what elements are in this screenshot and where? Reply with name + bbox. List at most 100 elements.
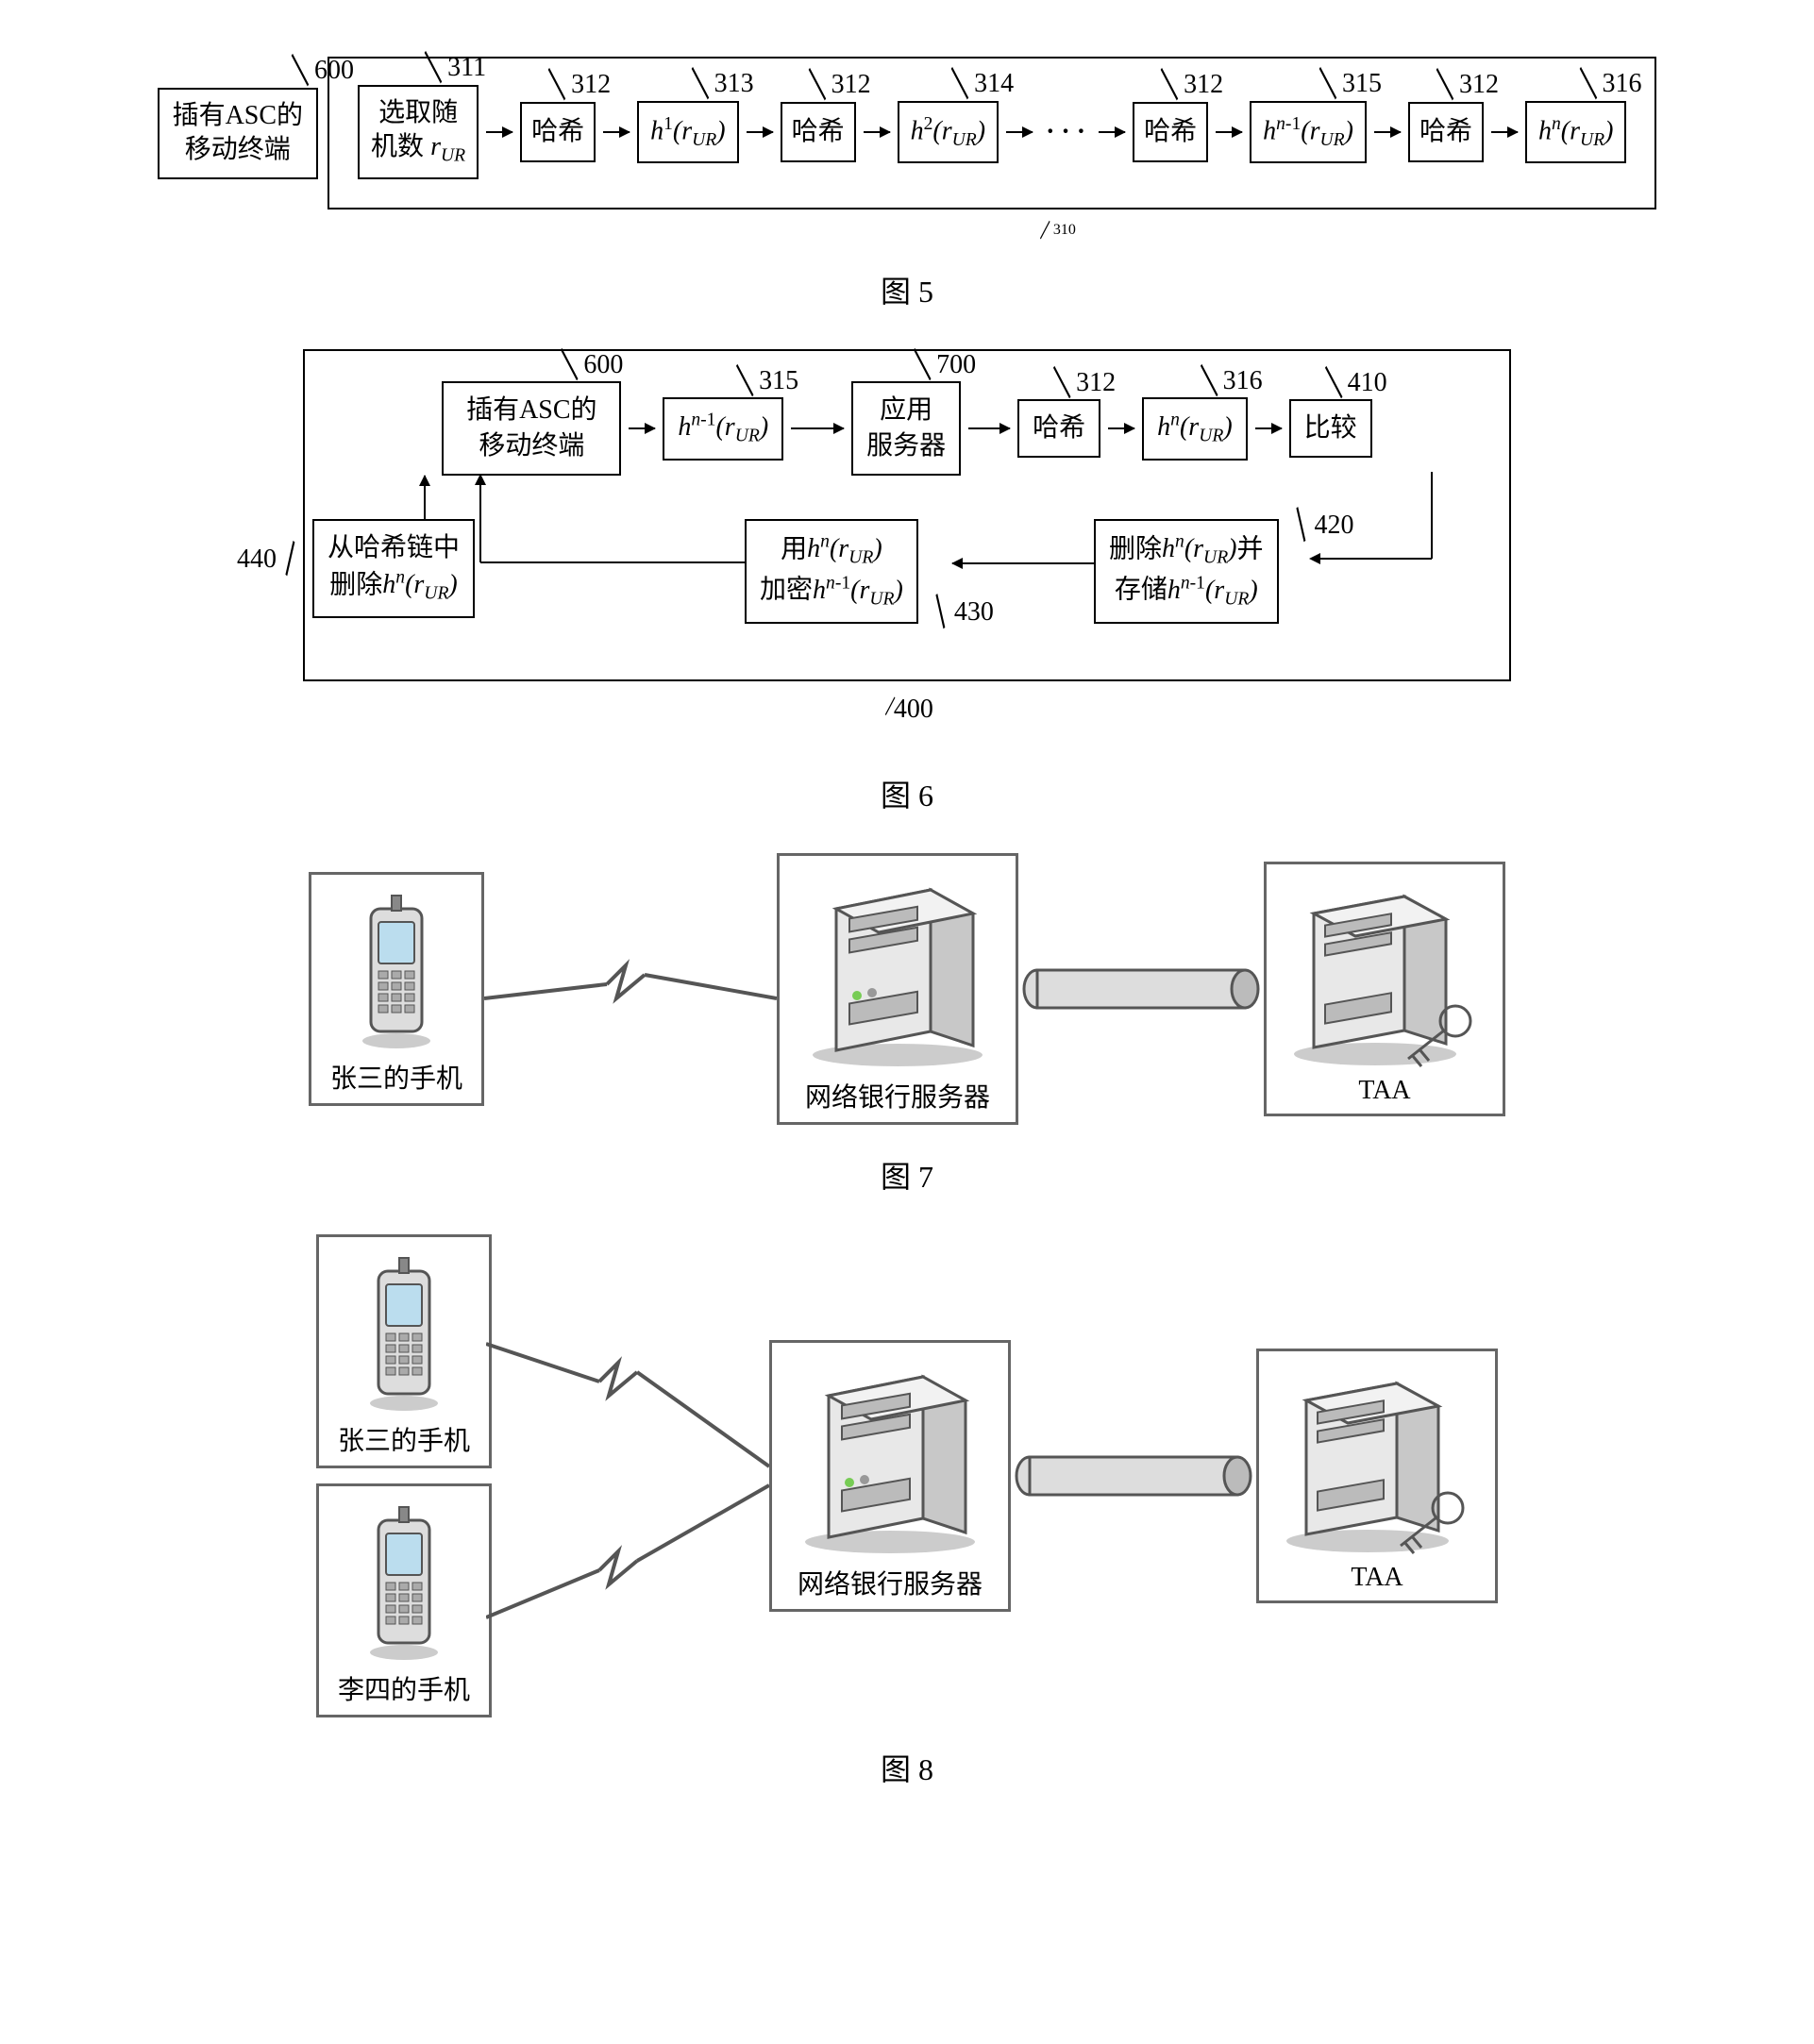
arrow-icon: [1309, 472, 1460, 566]
fig7-phone: 张三的手机: [309, 872, 484, 1106]
fig5-chain-label: ╲ 310: [321, 221, 1795, 240]
box-label: ╱ 314: [953, 67, 1014, 101]
fig7-taa: TAA: [1264, 862, 1505, 1116]
box-text: hn-1(rUR): [1263, 112, 1353, 152]
box-label: ╱ 312: [1438, 68, 1499, 102]
cable-link-icon: [1011, 1448, 1256, 1504]
fig6-430: ╱ 430 用hn(rUR)加密hn-1(rUR): [745, 519, 918, 624]
box-label: ╱ 430: [933, 595, 994, 630]
arrow-icon: [1491, 131, 1518, 133]
server-key-icon: [1285, 880, 1484, 1068]
arrow-icon: [1255, 427, 1282, 429]
arrow-icon: [629, 427, 655, 429]
fig8-phone-1: 张三的手机: [316, 1234, 492, 1468]
arrow-icon: [1108, 427, 1134, 429]
fig6-appserver: ╱ 700 应用服务器: [851, 381, 961, 476]
fig5-box-hn1: ╱ 315 hn-1(rUR): [1250, 101, 1367, 163]
fig6-wrapper-label: ╲ 400: [19, 695, 1795, 725]
fig5-box-hash: ╱ 312 哈希: [1133, 102, 1208, 162]
fig6-420: ╱ 420 删除hn(rUR)并存储hn-1(rUR): [1094, 519, 1279, 624]
ellipsis-icon: · · ·: [1040, 117, 1091, 147]
wireless-links-icon: [486, 1249, 769, 1702]
arrow-icon: [1099, 131, 1125, 133]
arrow-icon: [1216, 131, 1242, 133]
arrow-icon: [791, 427, 844, 429]
figure-7: 张三的手机: [19, 853, 1795, 1197]
box-text: 哈希: [531, 115, 584, 149]
arrow-icon: [1374, 131, 1401, 133]
arrow-icon: [1006, 131, 1033, 133]
box-text: hn(rUR): [1538, 112, 1613, 152]
server-key-icon: [1278, 1366, 1476, 1555]
box-text: 哈希: [792, 115, 845, 149]
fig8-phones: 张三的手机 李四的手机: [316, 1234, 492, 1717]
box-text: 删除hn(rUR)并存储hn-1(rUR): [1109, 534, 1264, 604]
box-text: 比较: [1304, 413, 1357, 443]
box-label: ╱ 312: [550, 68, 611, 102]
arrow-icon: [864, 131, 890, 133]
arrow-icon: [968, 427, 1010, 429]
box-label: ╱ 316: [1202, 363, 1263, 399]
box-text: 哈希: [1419, 115, 1472, 149]
arrow-icon: [480, 476, 754, 570]
box-text: 应用服务器: [866, 395, 946, 461]
cable-link-icon: [1018, 961, 1264, 1017]
pict-label: 张三的手机: [330, 1058, 462, 1096]
box-label: ╱ 315: [1321, 67, 1382, 101]
fig5-box-hash: ╱ 312 哈希: [1408, 102, 1484, 162]
server-icon: [791, 1358, 989, 1556]
fig6-row1: ╱ 600 插有ASC的移动终端 ╱ 315 hn-1(rUR) ╱ 700: [339, 381, 1475, 476]
figure-5: ╱ 600 插有ASC的 移动终端 ╱ 311 选取随机数 rUR ╱ 312: [19, 19, 1795, 311]
pict-label: 张三的手机: [338, 1420, 470, 1458]
figure-caption: 图 6: [19, 772, 1795, 815]
box-label: 440 ╲: [237, 542, 297, 578]
figure-8: 张三的手机 李四的手机: [19, 1234, 1795, 1789]
server-icon: [798, 871, 997, 1069]
fig8-taa: TAA: [1256, 1349, 1498, 1603]
fig6-terminal: ╱ 600 插有ASC的移动终端: [442, 381, 621, 476]
box-label: ╱ 410: [1327, 365, 1387, 401]
box-text: hn-1(rUR): [678, 412, 768, 442]
box-label: ╱ 312: [1055, 365, 1116, 401]
arrow-icon: [424, 476, 426, 519]
box-text: 选取随机数 rUR: [371, 96, 465, 168]
pict-label: TAA: [1351, 1563, 1402, 1593]
fig6-hn1: ╱ 315 hn-1(rUR): [663, 397, 783, 461]
phone-icon: [361, 1501, 446, 1662]
box-text: h1(rUR): [650, 112, 725, 152]
fig8-server: 网络银行服务器: [769, 1340, 1011, 1612]
fig5-box-hn: ╱ 316 hn(rUR): [1525, 101, 1626, 163]
fig5-box-hash: ╱ 312 哈希: [520, 102, 596, 162]
fig5-box-rand: ╱ 311 选取随机数 rUR: [358, 85, 479, 179]
arrow-icon: [603, 131, 630, 133]
fig6-440: 440 ╲ 从哈希链中删除hn(rUR): [312, 519, 475, 618]
box-label: ╱ 315: [738, 363, 798, 399]
fig6-row2-area: 440 ╲ 从哈希链中删除hn(rUR) ╱ 430 用hn(rUR)加密hn-…: [339, 476, 1475, 645]
box-label: ╱ 312: [811, 68, 871, 102]
figure-caption: 图 7: [19, 1153, 1795, 1197]
arrow-icon: [747, 131, 773, 133]
fig7-row: 张三的手机: [218, 853, 1596, 1125]
phone-icon: [361, 1252, 446, 1413]
box-label: ╱ 312: [1163, 68, 1223, 102]
fig5-box-hash: ╱ 312 哈希: [781, 102, 856, 162]
box-text: 插有ASC的 移动终端: [173, 101, 303, 164]
pict-label: 网络银行服务器: [805, 1077, 990, 1114]
fig6-container: ╱ 600 插有ASC的移动终端 ╱ 315 hn-1(rUR) ╱ 700: [303, 349, 1511, 681]
arrow-icon: [952, 562, 1094, 564]
figure-caption: 图 5: [19, 268, 1795, 311]
box-label: ╱ 313: [694, 67, 754, 101]
fig5-box-h1: ╱ 313 h1(rUR): [637, 101, 738, 163]
box-label: ╱ 316: [1582, 67, 1642, 101]
box-label: ╱ 311: [427, 51, 486, 85]
box-text: 从哈希链中删除hn(rUR): [328, 533, 460, 599]
box-label: ╱ 600: [563, 347, 623, 383]
pict-label: 李四的手机: [338, 1669, 470, 1707]
fig5-hash-chain: ╱ 311 选取随机数 rUR ╱ 312 哈希 ╱ 313: [328, 57, 1656, 209]
box-text: 哈希: [1144, 115, 1197, 149]
fig7-server: 网络银行服务器: [777, 853, 1018, 1125]
phone-icon: [354, 890, 439, 1050]
fig6-compare: ╱ 410 比较: [1289, 399, 1372, 458]
box-text: hn(rUR): [1157, 412, 1232, 442]
fig8-row: 张三的手机 李四的手机: [218, 1234, 1596, 1717]
